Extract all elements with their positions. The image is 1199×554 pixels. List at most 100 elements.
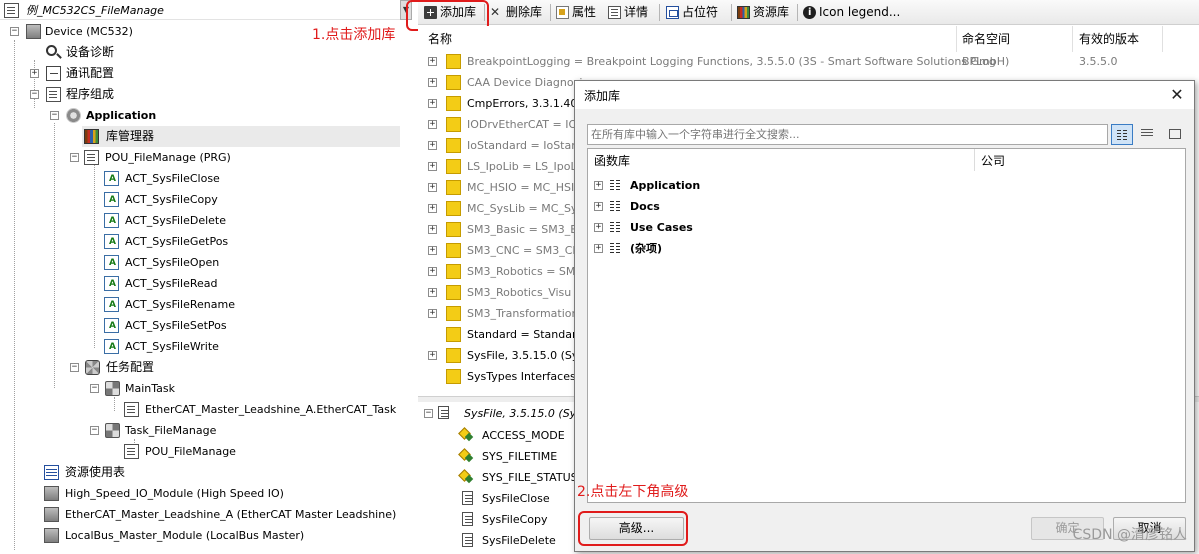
category-row-use-cases[interactable]: + Use Cases (588, 217, 968, 238)
category-row-misc[interactable]: + (杂项) (588, 238, 968, 259)
library-folder-icon (446, 348, 461, 363)
collapse-icon[interactable]: − (30, 90, 39, 99)
collapse-icon[interactable]: − (424, 409, 433, 418)
collapse-icon[interactable]: − (70, 363, 79, 372)
tree-item-label: 资源使用表 (65, 465, 126, 479)
library-content-label: SYS_FILETIME (482, 450, 558, 463)
placeholders-label: 占位符 (682, 5, 719, 19)
category-label: Use Cases (630, 221, 693, 234)
tree-item-label: 程序组成 (66, 87, 115, 101)
library-folder-icon (446, 285, 461, 300)
expand-icon[interactable]: + (428, 288, 437, 297)
tree-root-label: 例_MC532CS_FileManage (26, 4, 164, 17)
tree-item-label: ACT_SysFileSetPos (125, 319, 227, 332)
tree-item-label: LocalBus_Master_Module (LocalBus Master) (65, 529, 305, 542)
column-header-name[interactable]: 名称 (428, 28, 452, 50)
action-icon (104, 171, 119, 186)
tree-item-label: ACT_SysFileDelete (125, 214, 227, 227)
program-icon (46, 87, 61, 102)
properties-button[interactable]: 属性 (554, 3, 596, 22)
expand-icon[interactable]: + (428, 99, 437, 108)
expand-icon[interactable]: + (428, 162, 437, 171)
library-file-icon (438, 406, 449, 419)
tree-item-library-manager[interactable]: 库管理器 (82, 126, 400, 147)
expand-icon[interactable]: + (428, 225, 437, 234)
library-name: SM3_CNC = SM3_CNC (467, 244, 589, 257)
expand-icon[interactable]: + (428, 141, 437, 150)
library-folder-icon (446, 369, 461, 384)
expand-icon[interactable]: + (428, 120, 437, 129)
highlight-advanced (578, 511, 688, 546)
category-label: Docs (630, 200, 660, 213)
category-row-docs[interactable]: + Docs (588, 196, 968, 217)
library-folder-icon (446, 75, 461, 90)
library-content-title: SysFile, 3.5.15.0 (Syst (464, 407, 587, 420)
view-options-button[interactable] (1164, 124, 1186, 145)
tree-item-label: ACT_SysFileRename (125, 298, 235, 311)
library-name: CAA Device Diagnosis (467, 76, 589, 89)
icon-legend-button[interactable]: Icon legend... (801, 3, 900, 22)
pou-call-icon (124, 402, 139, 417)
library-name: SysFile, 3.5.15.0 (Sys (467, 349, 585, 362)
expand-icon[interactable]: + (428, 204, 437, 213)
library-search-input[interactable] (587, 124, 1108, 145)
library-folder-icon (446, 306, 461, 321)
category-view-button[interactable] (1111, 124, 1133, 145)
function-icon (462, 491, 473, 505)
column-header-library[interactable]: 函数库 (594, 152, 630, 170)
column-header-company[interactable]: 公司 (981, 152, 1005, 170)
application-icon (66, 108, 81, 123)
library-folder-icon (446, 222, 461, 237)
library-folder-icon (446, 327, 461, 342)
library-repository-button[interactable]: 资源库 (735, 3, 789, 22)
expand-icon[interactable]: + (428, 309, 437, 318)
magnifier-icon (46, 45, 57, 56)
tree-item-label: Device (MC532) (45, 25, 133, 38)
expand-icon[interactable]: + (594, 202, 603, 211)
library-row[interactable]: + BreakpointLogging = Breakpoint Logging … (418, 51, 1199, 72)
collapse-icon[interactable]: − (90, 426, 99, 435)
collapse-icon[interactable]: − (70, 153, 79, 162)
placeholders-button[interactable]: 占位符 (664, 3, 718, 22)
pou-call-icon (124, 444, 139, 459)
column-header-version[interactable]: 有效的版本 (1079, 28, 1139, 50)
close-icon[interactable]: ✕ (1166, 84, 1188, 106)
list-view-button[interactable] (1136, 124, 1158, 145)
library-folder-icon (446, 159, 461, 174)
pou-icon (84, 150, 99, 165)
expand-icon[interactable]: + (594, 181, 603, 190)
collapse-icon[interactable]: − (90, 384, 99, 393)
library-name: IODrvEtherCAT = IOD (467, 118, 586, 131)
library-name: BreakpointLogging = Breakpoint Logging F… (467, 55, 1010, 68)
task-config-icon (85, 360, 100, 375)
library-folder-icon (446, 96, 461, 111)
action-icon (104, 318, 119, 333)
expand-icon[interactable]: + (428, 78, 437, 87)
expand-icon[interactable]: + (428, 267, 437, 276)
expand-icon[interactable]: + (428, 57, 437, 66)
tree-item-label: ACT_SysFileCopy (125, 193, 218, 206)
expand-icon[interactable]: + (594, 223, 603, 232)
tree-line (114, 397, 115, 411)
delete-library-button[interactable]: 删除库 (488, 3, 542, 22)
expand-icon[interactable]: + (428, 183, 437, 192)
expand-icon[interactable]: + (428, 351, 437, 360)
collapse-icon[interactable]: − (10, 27, 19, 36)
toolbar-separator (659, 4, 660, 21)
expand-icon[interactable]: + (594, 244, 603, 253)
action-icon (104, 234, 119, 249)
struct-icon (460, 449, 474, 463)
column-separator (956, 26, 957, 52)
project-icon (4, 3, 19, 18)
column-header-namespace[interactable]: 命名空间 (962, 28, 1010, 50)
collapse-icon[interactable]: − (50, 111, 59, 120)
tree-item-label: 设备诊断 (66, 45, 115, 59)
enum-icon (460, 428, 474, 442)
expand-icon[interactable]: + (428, 246, 437, 255)
category-row-application[interactable]: + Application (588, 175, 968, 196)
expand-icon[interactable]: + (30, 69, 39, 78)
list-view-icon (1141, 129, 1153, 139)
column-separator (1162, 26, 1163, 52)
action-icon (104, 255, 119, 270)
details-button[interactable]: 详情 (606, 3, 648, 22)
